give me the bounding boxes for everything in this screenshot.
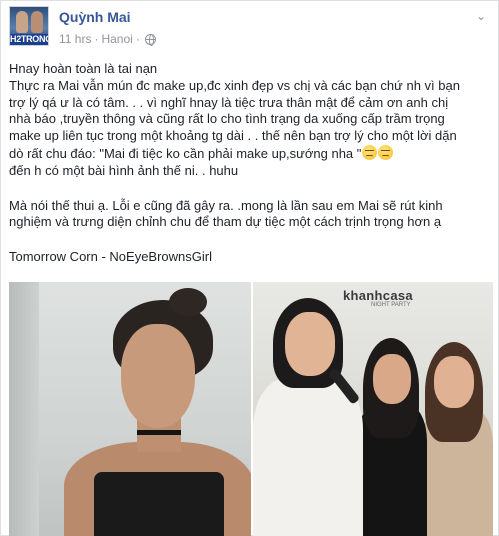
photo-sign-text: khanhcasa <box>343 288 413 303</box>
post-card: H2TRONG Quỳnh Mai 11 hrs · Hanoi · ⌄ Hna… <box>0 0 499 536</box>
post-text-line: make up liên tục trong một khoảng tg dài… <box>9 128 457 144</box>
post-text-line: Mà nói thế thui ạ. Lỗi e cũng đã gây ra.… <box>9 197 443 213</box>
avatar-tag: H2TRONG <box>10 34 49 45</box>
avatar-figure <box>16 11 28 33</box>
post-text-line: trợ lý qá ư là có tâm. . . vì nghĩ hnay … <box>9 94 449 110</box>
chevron-down-icon[interactable]: ⌄ <box>473 10 489 22</box>
meta-separator: · <box>135 32 140 46</box>
post-text-line-with-emoji: dò rất chu đáo: "Mai đi tiệc ko cần phải… <box>9 144 493 163</box>
post-meta: 11 hrs · Hanoi · <box>59 32 156 46</box>
photo-left[interactable] <box>9 282 251 536</box>
post-location[interactable]: Hanoi <box>101 32 132 46</box>
avatar-figure <box>31 11 43 33</box>
post-header: H2TRONG Quỳnh Mai 11 hrs · Hanoi · ⌄ <box>9 6 489 48</box>
post-text-line: nhà báo ,truyền thông và cũng rất lo cho… <box>9 111 445 127</box>
post-text-line: nghiệm và trưng diện chỉnh chu để tham d… <box>9 214 442 230</box>
post-text-line: Hnay hoàn toàn là tai nạn <box>9 61 158 76</box>
post-time[interactable]: 11 hrs <box>59 32 91 46</box>
post-text-line: dò rất chu đáo: "Mai đi tiệc ko cần phải… <box>9 145 362 161</box>
photo-grid: khanhcasa NIGHT PARTY <box>9 282 493 536</box>
post-text-line: Thực ra Mai vẫn mún đc make up,đc xinh đ… <box>9 77 460 93</box>
post-text-line: đến h có một bài hình ảnh thế ni. . huhu <box>9 162 239 178</box>
post-text: Hnay hoàn toàn là tai nạn Thực ra Mai vẫ… <box>9 61 493 266</box>
avatar[interactable]: H2TRONG <box>9 6 49 46</box>
relieved-face-emoji-icon <box>362 144 378 160</box>
photo-sign-subtext: NIGHT PARTY <box>371 302 411 308</box>
meta-separator: · <box>94 32 99 46</box>
photo-right[interactable]: khanhcasa NIGHT PARTY <box>253 282 493 536</box>
post-text-line: Tomorrow Corn - NoEyeBrownsGirl <box>9 249 212 265</box>
globe-icon[interactable] <box>144 33 156 46</box>
author-name[interactable]: Quỳnh Mai <box>59 9 131 25</box>
relieved-face-emoji-icon <box>378 144 394 160</box>
